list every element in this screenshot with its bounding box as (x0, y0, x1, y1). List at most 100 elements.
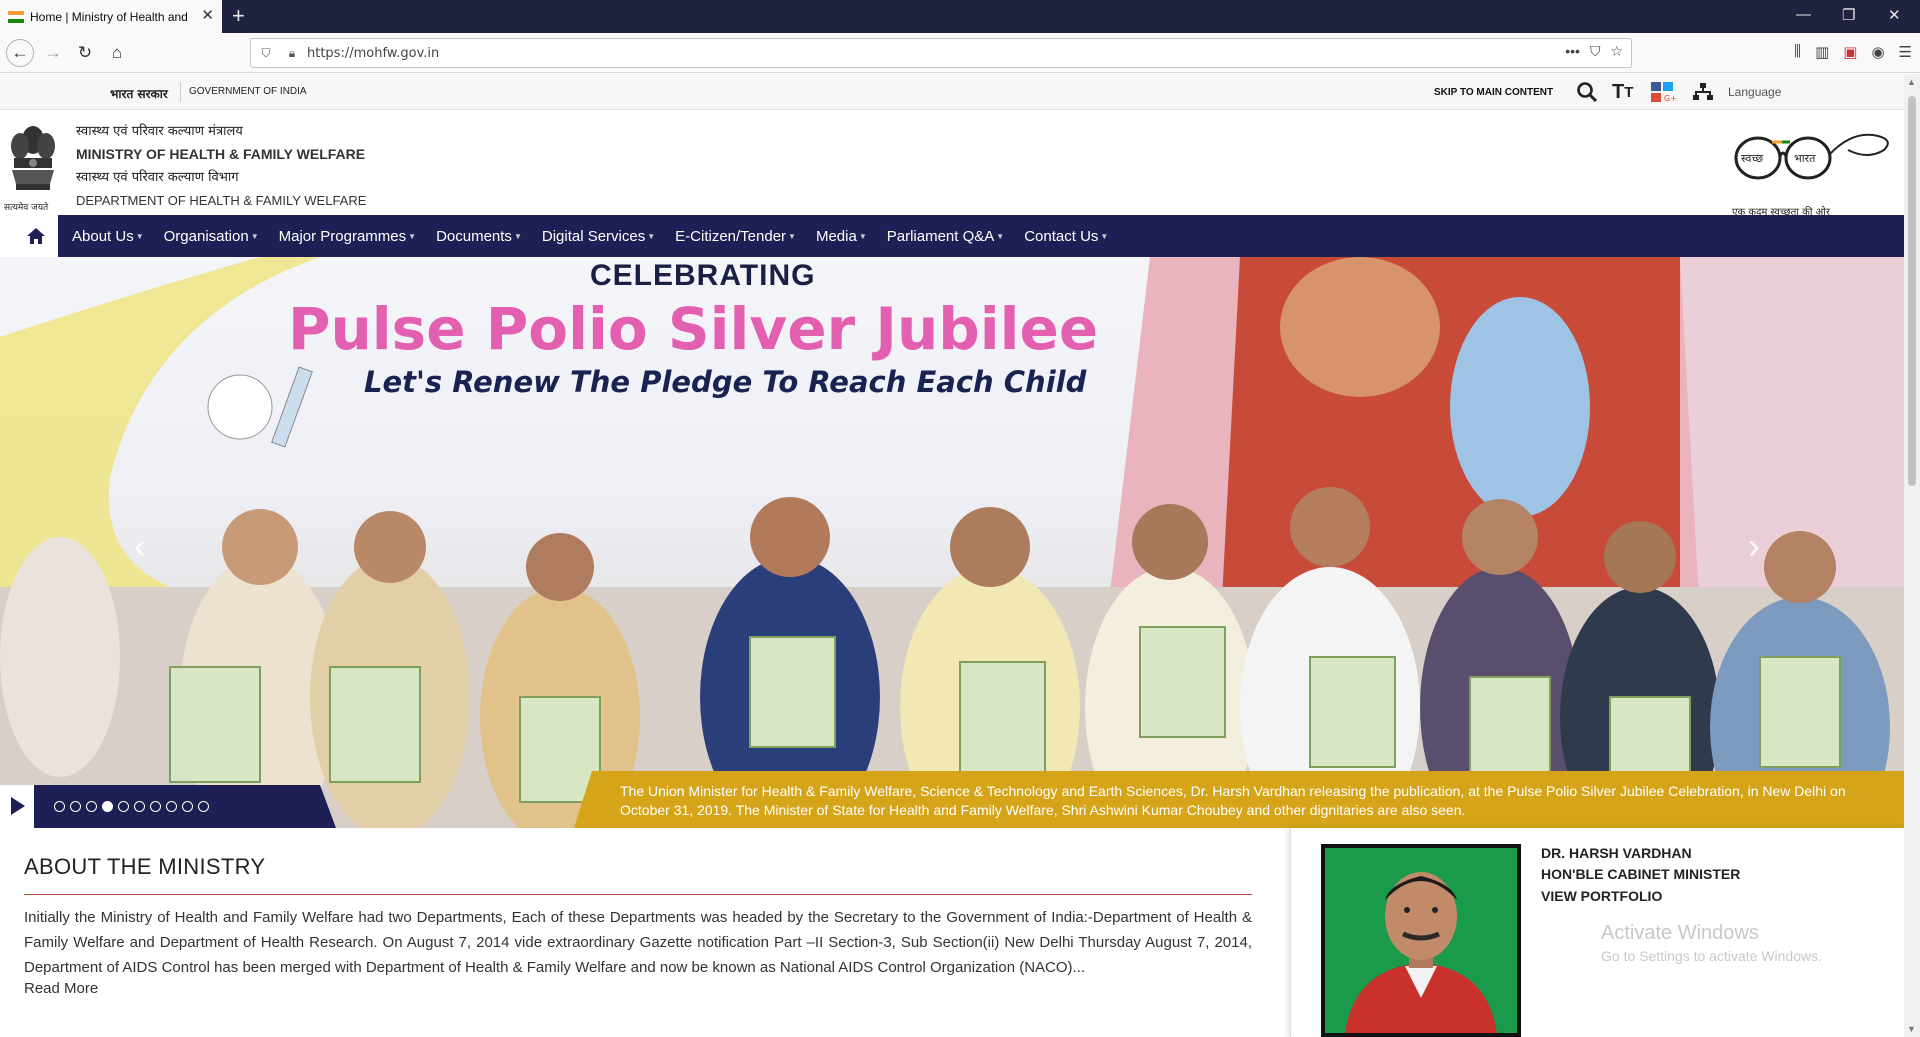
close-tab-icon[interactable]: ✕ (201, 8, 214, 24)
caret-down-icon: ▼ (788, 232, 796, 242)
browser-toolbar: ← → ↻ ⌂ ⛉ 🔒︎ https://mohfw.gov.in ••• ⛉ … (0, 33, 1920, 73)
browser-tab-strip: Home | Ministry of Health and ✕ + — ❐ ✕ (0, 0, 1920, 33)
department-hindi-name: स्वास्थ्य एवं परिवार कल्याण विभाग (76, 170, 239, 185)
section-divider (24, 894, 1252, 895)
emblem-caption: सत्यमेव जयते (4, 203, 49, 213)
next-slide-icon[interactable]: › (1748, 525, 1760, 567)
menu-icon[interactable]: ☰ (1899, 43, 1912, 61)
carousel-dot[interactable] (134, 801, 145, 812)
scroll-up-icon[interactable]: ▲ (1907, 77, 1916, 87)
nav-major-programmes[interactable]: Major Programmes ▼ (279, 228, 416, 245)
bookmark-star-icon[interactable]: ☆ (1610, 43, 1623, 60)
page-scrollbar[interactable]: ▲ ▼ (1904, 74, 1920, 1037)
gov-english-label: GOVERNMENT OF INDIA (189, 86, 307, 97)
nav-e-citizen-tender[interactable]: E-Citizen/Tender ▼ (675, 228, 796, 245)
caret-down-icon: ▼ (647, 232, 656, 242)
main-navigation: About Us ▼ Organisation ▼ Major Programmes… (14, 215, 1904, 257)
nav-documents[interactable]: Documents ▼ (436, 228, 522, 245)
url-bar[interactable]: ⛉ 🔒︎ https://mohfw.gov.in ••• ⛉ ☆ (250, 38, 1632, 68)
ministry-title-block[interactable]: स्वास्थ्य एवं परिवार कल्याण मंत्रालय MIN… (76, 120, 366, 212)
carousel-controls (0, 785, 336, 828)
close-window-icon[interactable]: ✕ (1888, 6, 1901, 24)
pocket-icon[interactable]: ⛉ (1590, 43, 1601, 60)
about-ministry-section: ABOUT THE MINISTRY Initially the Ministr… (24, 854, 1252, 998)
social-media-icon[interactable]: G+ (1650, 74, 1676, 110)
scroll-down-icon[interactable]: ▼ (1907, 1024, 1916, 1034)
extension-icon[interactable]: ▣ (1843, 43, 1857, 61)
text-size-icon[interactable]: TT (1612, 74, 1633, 110)
carousel-dot[interactable] (150, 801, 161, 812)
activation-watermark-subtitle: Go to Settings to activate Windows. (1601, 948, 1822, 964)
carousel-dot[interactable] (118, 801, 129, 812)
language-selector[interactable]: Language (1728, 74, 1781, 110)
back-icon[interactable]: ← (6, 39, 34, 67)
restore-icon[interactable]: ❐ (1842, 6, 1855, 24)
home-nav-icon[interactable] (14, 215, 58, 257)
svg-text:G+: G+ (1664, 94, 1676, 103)
prev-slide-icon[interactable]: ‹ (134, 525, 146, 567)
page-actions-icon[interactable]: ••• (1565, 43, 1580, 60)
india-flag-icon (8, 10, 24, 23)
slide-caption: The Union Minister for Health & Family W… (574, 771, 1904, 828)
hero-carousel[interactable]: CELEBRATING Pulse Polio Silver Jubilee L… (0, 257, 1904, 828)
gov-hindi-label: भारत सरकार (110, 87, 168, 101)
library-icon[interactable]: ⫼ (1794, 43, 1801, 61)
caret-down-icon: ▼ (858, 232, 867, 242)
new-tab-icon[interactable]: + (232, 4, 245, 28)
shield-icon[interactable]: ⛉ (255, 46, 277, 61)
account-icon[interactable]: ◉ (1871, 43, 1884, 61)
nav-organisation[interactable]: Organisation ▼ (164, 228, 259, 245)
carousel-dot[interactable] (182, 801, 193, 812)
about-title: ABOUT THE MINISTRY (24, 854, 266, 879)
minimize-icon[interactable]: — (1796, 6, 1811, 23)
minister-photo[interactable] (1321, 844, 1521, 1037)
swachh-bharat-logo[interactable]: स्वच्छ भारत (1728, 120, 1898, 196)
slide-heading-line1: CELEBRATING (590, 259, 816, 292)
carousel-dot[interactable] (198, 801, 209, 812)
skip-to-main-link[interactable]: SKIP TO MAIN CONTENT (1434, 74, 1553, 110)
nav-contact-us[interactable]: Contact Us ▼ (1024, 228, 1108, 245)
nav-media[interactable]: Media ▼ (816, 228, 867, 245)
bharat-right-text: भारत (1794, 152, 1816, 165)
play-icon[interactable] (0, 785, 34, 828)
carousel-dot[interactable] (54, 801, 65, 812)
caret-down-icon: ▼ (250, 232, 259, 242)
activation-watermark-title: Activate Windows (1601, 922, 1759, 944)
about-text: Initially the Ministry of Health and Fam… (24, 909, 1252, 976)
view-portfolio-link[interactable]: VIEW PORTFOLIO (1541, 888, 1662, 904)
caret-down-icon: ▼ (1100, 232, 1109, 242)
carousel-dot[interactable] (86, 801, 97, 812)
lock-icon[interactable]: 🔒︎ (281, 46, 303, 61)
carousel-dot-active[interactable] (102, 801, 113, 812)
url-text[interactable]: https://mohfw.gov.in (307, 46, 439, 61)
nav-about-us[interactable]: About Us ▼ (72, 228, 144, 245)
ministry-english-name: MINISTRY OF HEALTH & FAMILY WELFARE (76, 146, 366, 162)
caret-down-icon: ▼ (408, 232, 417, 242)
caret-down-icon: ▼ (996, 232, 1005, 242)
nav-parliament-qa[interactable]: Parliament Q&A ▼ (887, 228, 1004, 245)
carousel-dot[interactable] (166, 801, 177, 812)
forward-icon[interactable]: → (40, 41, 66, 65)
caret-down-icon: ▼ (513, 232, 522, 242)
department-english-name: DEPARTMENT OF HEALTH & FAMILY WELFARE (76, 193, 367, 208)
ministry-hindi-name: स्वास्थ्य एवं परिवार कल्याण मंत्रालय (76, 124, 243, 139)
slide-heading-line2: Pulse Polio Silver Jubilee (288, 295, 1099, 363)
minister-name: DR. HARSH VARDHAN (1541, 845, 1692, 861)
scroll-thumb[interactable] (1908, 96, 1916, 486)
browser-tab[interactable]: Home | Ministry of Health and ✕ (0, 0, 222, 33)
home-icon[interactable]: ⌂ (104, 41, 130, 65)
sidebar-icon[interactable]: ▥ (1815, 43, 1829, 61)
carousel-dot[interactable] (70, 801, 81, 812)
site-header: सत्यमेव जयते स्वास्थ्य एवं परिवार कल्याण… (0, 110, 1904, 218)
carousel-pagination (54, 801, 209, 812)
reload-icon[interactable]: ↻ (72, 41, 98, 65)
tab-title: Home | Ministry of Health and (30, 9, 188, 24)
national-emblem-icon[interactable] (6, 118, 60, 204)
read-more-link[interactable]: Read More (24, 980, 98, 997)
gov-divider (180, 82, 181, 102)
search-icon[interactable] (1576, 74, 1598, 110)
sitemap-icon[interactable] (1692, 74, 1714, 110)
minister-role: HON'BLE CABINET MINISTER (1541, 866, 1741, 882)
government-bar: भारत सरकार GOVERNMENT OF INDIA SKIP TO M… (0, 74, 1904, 110)
nav-digital-services[interactable]: Digital Services ▼ (542, 228, 655, 245)
